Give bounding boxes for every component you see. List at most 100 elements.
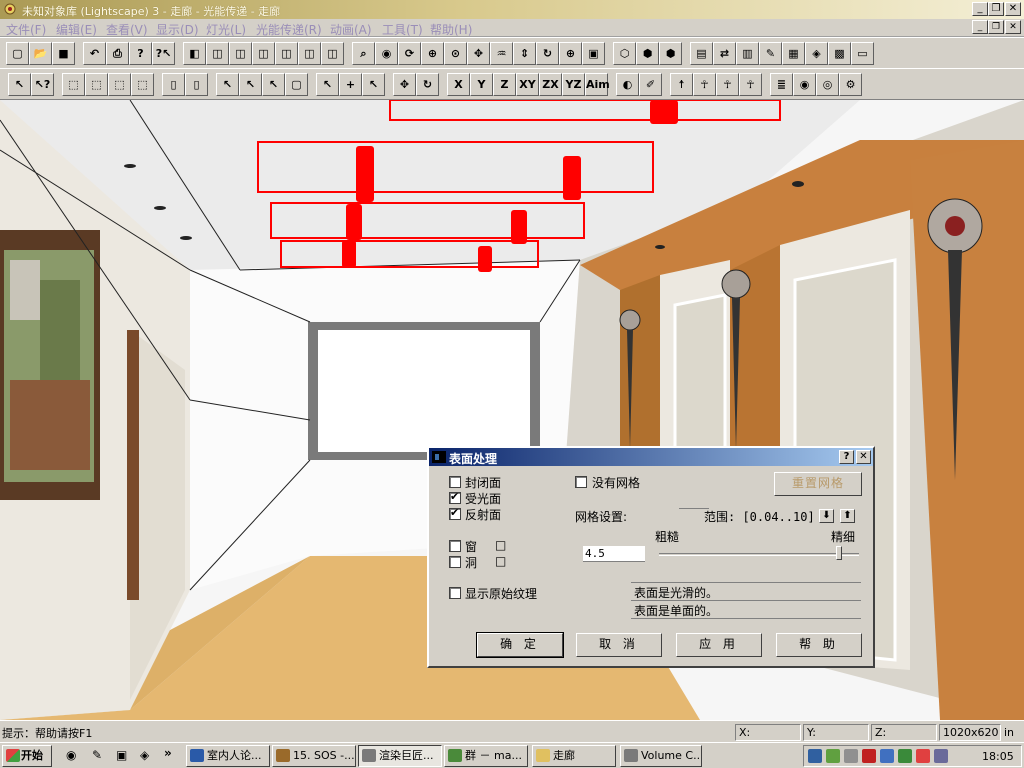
palette-button[interactable]: ◈ (805, 42, 828, 65)
taskbar-button-3[interactable]: 群 － ma... (444, 745, 528, 767)
menu-file[interactable]: 文件(F) (6, 21, 46, 38)
select-box-2-button[interactable]: ⬚ (85, 73, 108, 96)
dialog-close-button[interactable]: ✕ (856, 450, 871, 464)
dolly-button[interactable]: ⇕ (513, 42, 536, 65)
zoom-button[interactable]: ⊙ (444, 42, 467, 65)
tray-monitor-icon[interactable] (880, 749, 894, 763)
solid-cube-button[interactable]: ⬢ (659, 42, 682, 65)
orbit-button[interactable]: ⟳ (398, 42, 421, 65)
hole-checkbox[interactable] (449, 556, 461, 568)
tray-app-icon[interactable] (934, 749, 948, 763)
range-up-button[interactable]: ⬆ (840, 509, 855, 523)
deselect-button[interactable]: ⬚ (108, 73, 131, 96)
help-button[interactable]: 帮 助 (776, 633, 862, 657)
tray-antivirus-icon[interactable] (916, 749, 930, 763)
plane-zx-button[interactable]: ZX (539, 73, 562, 96)
select-object-button[interactable]: ↖ (316, 73, 339, 96)
arrows-button[interactable]: ⇄ (713, 42, 736, 65)
range-down-button[interactable]: ⬇ (819, 509, 834, 523)
sealed-face-checkbox[interactable] (449, 476, 461, 488)
eye-button[interactable]: ◉ (375, 42, 398, 65)
close-button[interactable]: ✕ (1005, 2, 1021, 16)
person-button[interactable]: ☥ (693, 73, 716, 96)
mesh-value-input[interactable] (583, 546, 645, 562)
taskbar-button-1[interactable]: 15. SOS -... (272, 745, 356, 767)
reflective-face-checkbox[interactable] (449, 506, 461, 520)
tray-network-icon[interactable] (808, 749, 822, 763)
help-button[interactable]: ? (129, 42, 152, 65)
zoom-extents-button[interactable]: ⊕ (559, 42, 582, 65)
reset-mesh-button[interactable]: 重置网格 (774, 472, 862, 496)
quicklaunch-ie-icon[interactable]: ◉ (66, 748, 76, 762)
quicklaunch-edit-icon[interactable]: ✎ (92, 748, 102, 762)
mesh-slider-track[interactable] (659, 553, 859, 556)
taskbar-button-0[interactable]: 室内人论... (186, 745, 270, 767)
no-mesh-checkbox[interactable] (575, 476, 587, 488)
person-3-button[interactable]: ☥ (739, 73, 762, 96)
brush-button[interactable]: ✐ (639, 73, 662, 96)
menu-display[interactable]: 显示(D) (156, 21, 199, 38)
cube4-button[interactable]: ◫ (275, 42, 298, 65)
process-button[interactable]: ⚙ (839, 73, 862, 96)
quicklaunch-desktop-icon[interactable]: ▣ (116, 748, 127, 762)
dialog-help-button[interactable]: ? (839, 450, 854, 464)
tray-volume-icon[interactable] (844, 749, 858, 763)
open-button[interactable]: 📂 (29, 42, 52, 65)
ok-button[interactable]: 确 定 (476, 632, 564, 658)
mdi-close-button[interactable]: ✕ (1005, 20, 1021, 34)
rotate-obj-button[interactable]: ↻ (416, 73, 439, 96)
wireframe-button[interactable]: ⬡ (613, 42, 636, 65)
cube5-button[interactable]: ◫ (298, 42, 321, 65)
lit-face-checkbox[interactable] (449, 490, 461, 504)
walk-button[interactable]: ♒ (490, 42, 513, 65)
taskbar-button-4[interactable]: 走廊 (532, 745, 616, 767)
undo-button[interactable]: ↶ (83, 42, 106, 65)
plane-yz-button[interactable]: YZ (562, 73, 585, 96)
stack-button[interactable]: ▥ (736, 42, 759, 65)
menu-radiosity[interactable]: 光能传递(R) (256, 21, 322, 38)
tray-k-icon[interactable] (862, 749, 876, 763)
plane-xy-button[interactable]: XY (516, 73, 539, 96)
zoom-window-button[interactable]: ⊕ (421, 42, 444, 65)
menu-light[interactable]: 灯光(L) (206, 21, 246, 38)
folder-button[interactable]: ▭ (851, 42, 874, 65)
pick-button[interactable]: ↖ (216, 73, 239, 96)
run-button[interactable]: ☨ (670, 73, 693, 96)
object-button[interactable]: ▢ (285, 73, 308, 96)
move-plus-button[interactable]: + (339, 73, 362, 96)
save-button[interactable]: ■ (52, 42, 75, 65)
minimize-button[interactable]: _ (972, 2, 988, 16)
layers-button[interactable]: ▤ (690, 42, 713, 65)
taskbar-button-2[interactable]: 渲染巨匠... (358, 745, 442, 767)
align-button[interactable]: Aim (585, 73, 610, 96)
context-help-button[interactable]: ?↖ (152, 42, 175, 65)
person-2-button[interactable]: ☥ (716, 73, 739, 96)
pick-2-button[interactable]: ↖ (239, 73, 262, 96)
menu-help[interactable]: 帮助(H) (430, 21, 472, 38)
pick-3-button[interactable]: ↖ (262, 73, 285, 96)
light-select-button[interactable]: ↖ (362, 73, 385, 96)
texture-button[interactable]: ▦ (782, 42, 805, 65)
quicklaunch-more-icon[interactable]: » (164, 746, 172, 760)
tray-shield-icon[interactable] (826, 749, 840, 763)
menu-view[interactable]: 查看(V) (106, 21, 148, 38)
taskbar-button-5[interactable]: Volume C... (620, 745, 702, 767)
print-button[interactable]: ⎙ (106, 42, 129, 65)
pencil-button[interactable]: ✎ (759, 42, 782, 65)
select-help-button[interactable]: ↖? (31, 73, 54, 96)
new-button[interactable]: ▢ (6, 42, 29, 65)
cube3-button[interactable]: ◫ (252, 42, 275, 65)
mesh-slider-thumb[interactable] (836, 546, 842, 560)
search-button[interactable]: ⌕ (352, 42, 375, 65)
cube2-button[interactable]: ◫ (229, 42, 252, 65)
sphere-button[interactable]: ◉ (793, 73, 816, 96)
show-texture-checkbox[interactable] (449, 587, 461, 599)
pan-button[interactable]: ✥ (467, 42, 490, 65)
layer-stack-button[interactable]: ≣ (770, 73, 793, 96)
page-2-button[interactable]: ▯ (185, 73, 208, 96)
maximize-button[interactable]: ❐ (988, 2, 1004, 16)
menu-tools[interactable]: 工具(T) (382, 21, 423, 38)
quicklaunch-media-icon[interactable]: ◈ (140, 748, 149, 762)
axis-y-button[interactable]: Y (470, 73, 493, 96)
select-button[interactable]: ↖ (8, 73, 31, 96)
